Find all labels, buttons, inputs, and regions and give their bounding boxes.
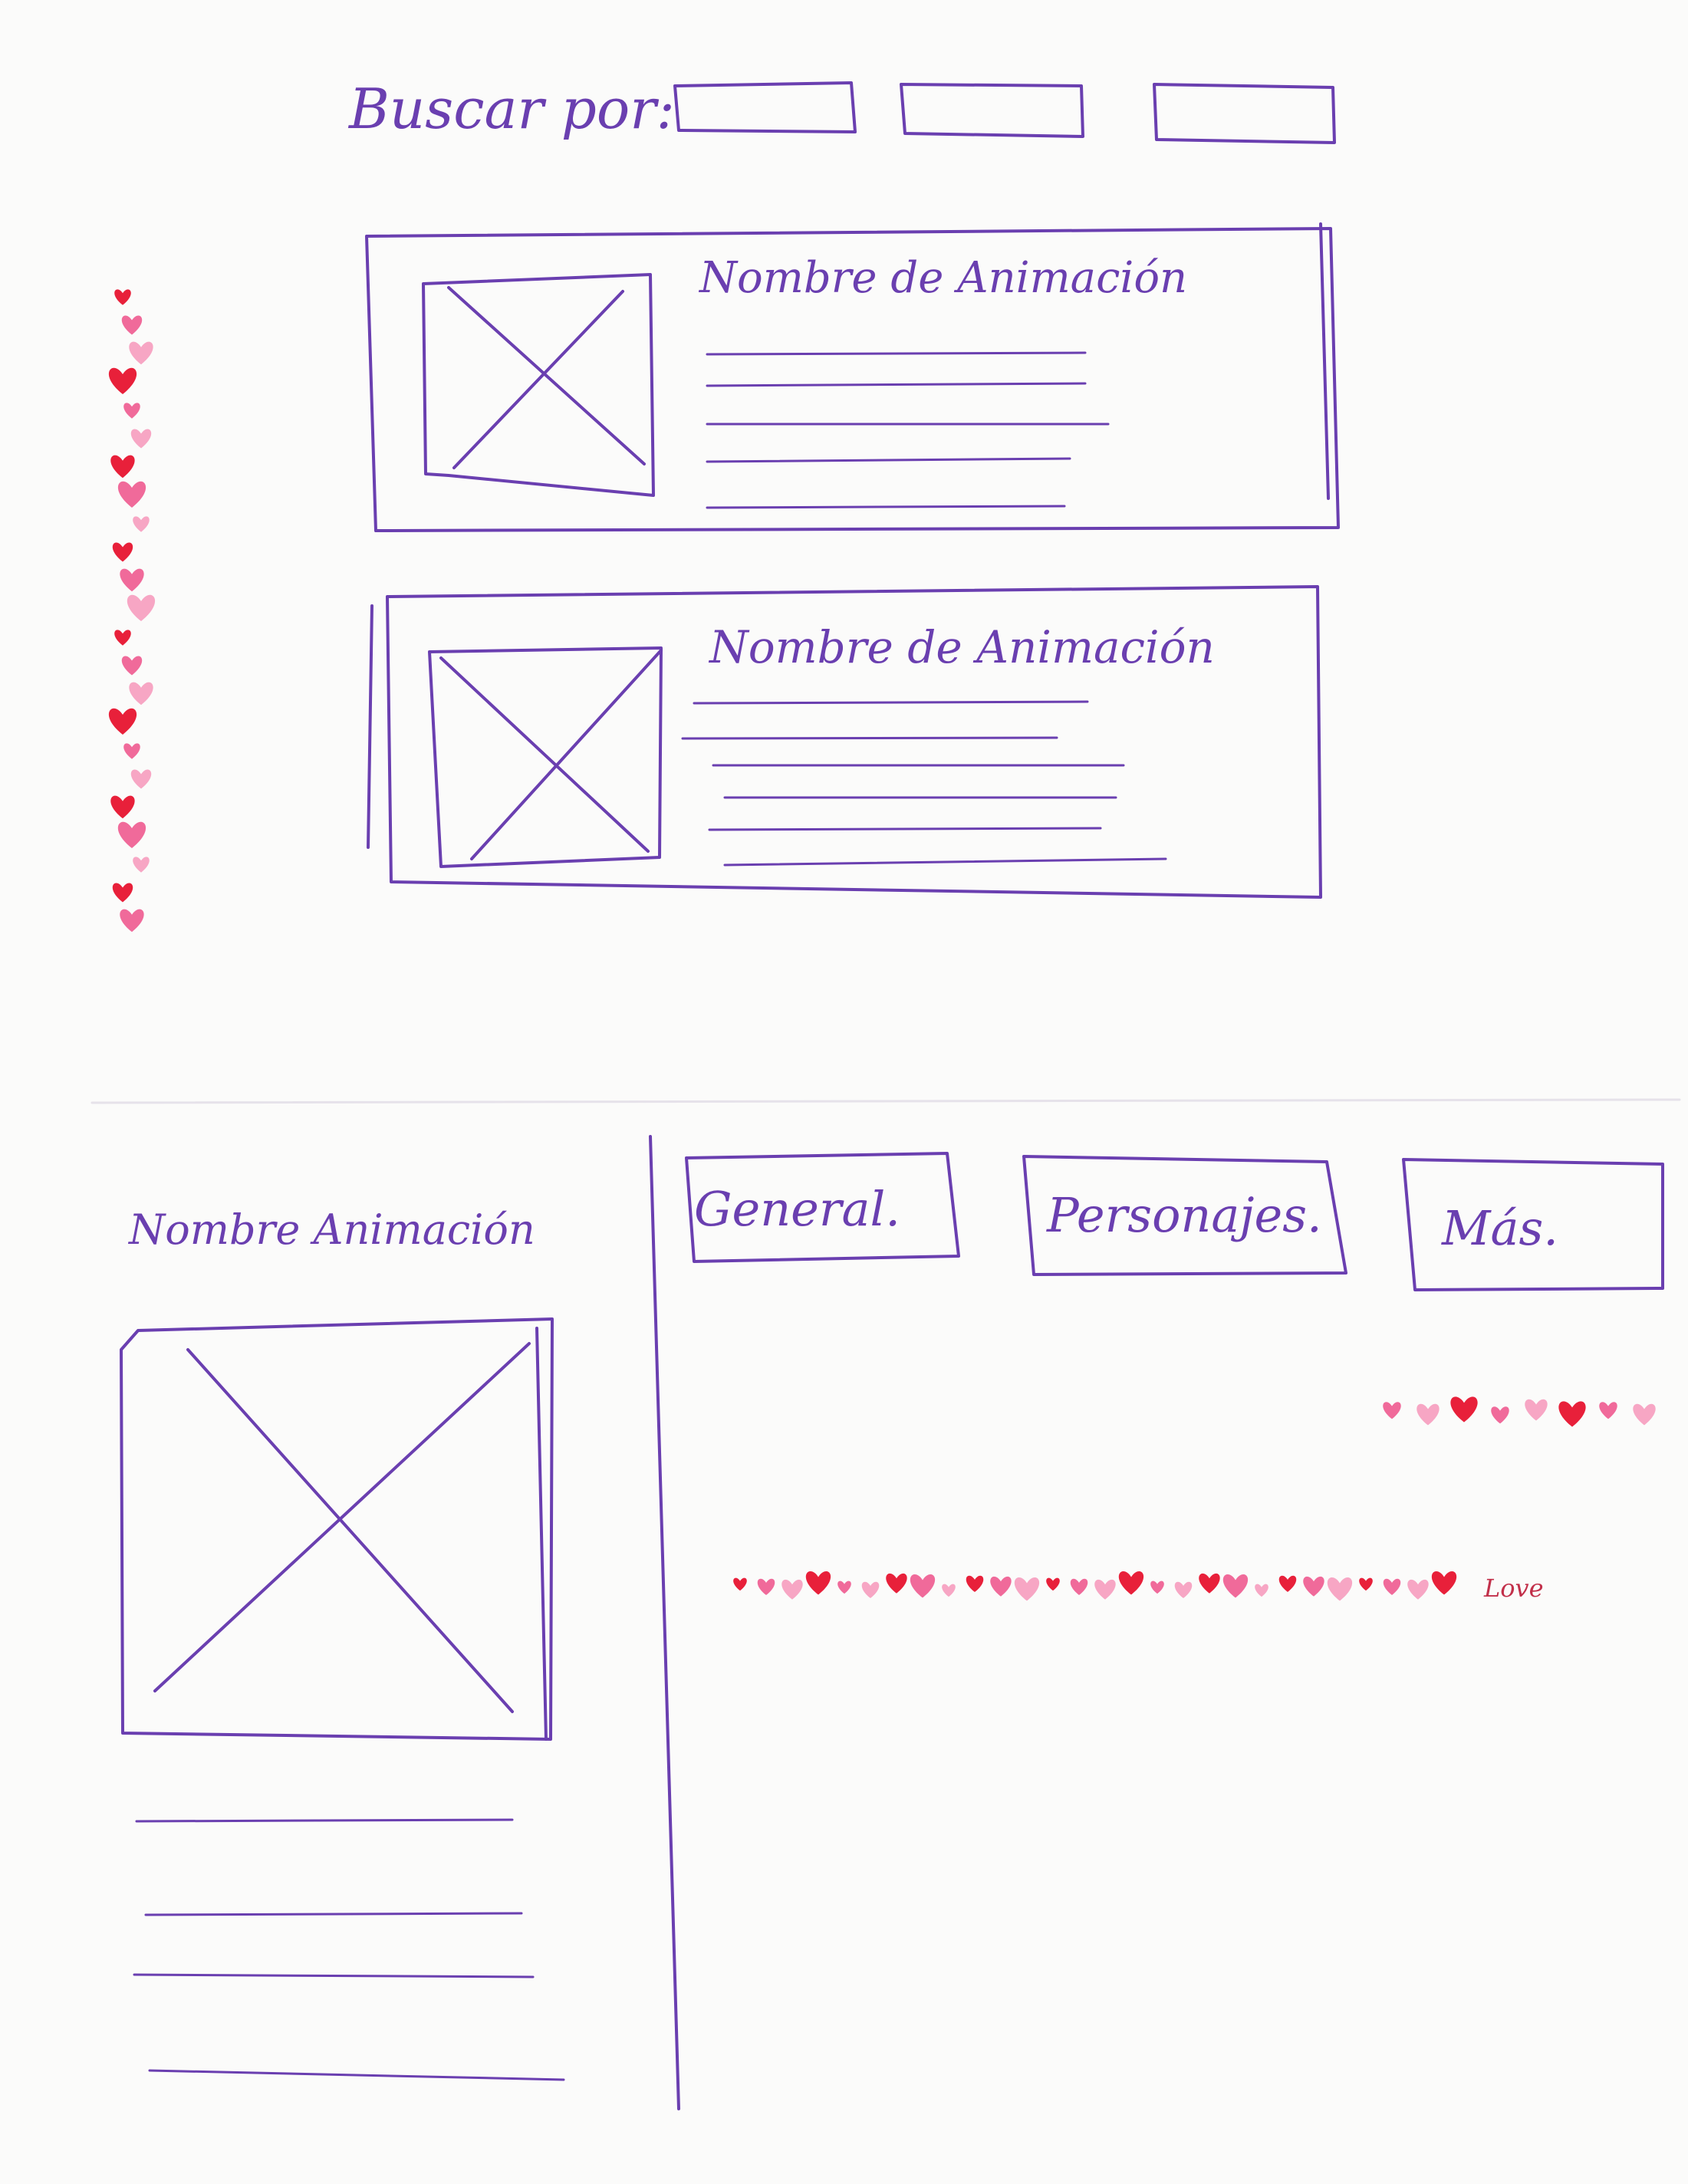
heart-icon: [1417, 1403, 1440, 1426]
heart-icon: [121, 656, 143, 676]
heart-tape-horizontal: [733, 1571, 1457, 1601]
detail-title: Nombre Animación: [129, 1205, 535, 1254]
result-card-2-image-placeholder: [428, 646, 663, 868]
heart-icon: [1222, 1574, 1249, 1598]
heart-icon: [1150, 1580, 1164, 1594]
heart-icon: [1359, 1577, 1373, 1591]
heart-icon: [110, 795, 135, 819]
heart-icon: [1633, 1403, 1656, 1426]
heart-icon: [117, 821, 146, 848]
heart-tape-vertical: [108, 289, 156, 932]
heart-icon: [1525, 1399, 1548, 1421]
heart-icon: [1118, 1571, 1144, 1595]
heart-icon: [129, 341, 153, 365]
heart-icon: [1174, 1581, 1193, 1599]
result-card-2-title: Nombre de Animación: [709, 621, 1215, 673]
result-card-1-image-placeholder: [422, 273, 655, 497]
heart-icon: [133, 857, 150, 873]
heart-icon: [1407, 1579, 1429, 1600]
wireframe-sketch: [90, 81, 1681, 2110]
heart-icon: [127, 594, 156, 621]
tape-love-text: Love: [1484, 1574, 1544, 1603]
heart-icon: [1070, 1578, 1088, 1596]
search-field-1[interactable]: [673, 81, 857, 133]
heart-icon: [837, 1580, 851, 1594]
tab-mas-label: Más.: [1442, 1200, 1558, 1256]
result-card-1-title: Nombre de Animación: [699, 253, 1188, 303]
heart-icon: [1199, 1573, 1220, 1594]
heart-icon: [1327, 1577, 1353, 1601]
sheet-divider: [90, 1098, 1681, 1104]
result-card-2-text-lines: [681, 700, 1167, 867]
detail-vertical-divider: [649, 1135, 680, 2110]
heart-icon: [1014, 1577, 1040, 1601]
detail-image-placeholder: [120, 1317, 554, 1741]
heart-icon: [781, 1579, 803, 1600]
search-label: Buscar por:: [349, 77, 675, 141]
heart-icon: [129, 682, 153, 706]
heart-icon: [966, 1575, 984, 1593]
heart-icon: [114, 630, 131, 646]
heart-icon: [1278, 1575, 1297, 1593]
heart-icon: [110, 455, 135, 479]
heart-icon: [123, 403, 140, 419]
heart-icon: [123, 743, 140, 759]
heart-icon: [910, 1574, 936, 1598]
heart-icon: [117, 481, 146, 508]
heart-icon: [1094, 1579, 1116, 1600]
heart-icon: [108, 708, 137, 735]
heart-icon: [1303, 1576, 1324, 1597]
heart-tape-small: [1383, 1396, 1656, 1427]
heart-icon: [886, 1573, 907, 1594]
heart-icon: [120, 568, 144, 592]
search-field-2[interactable]: [900, 83, 1084, 138]
tab-personajes-label: Personajes.: [1047, 1187, 1322, 1243]
heart-icon: [114, 289, 131, 305]
heart-icon: [861, 1581, 880, 1599]
heart-icon: [1491, 1406, 1509, 1424]
heart-icon: [1558, 1401, 1586, 1427]
heart-icon: [130, 769, 152, 789]
heart-icon: [733, 1577, 747, 1591]
detail-text-lines: [133, 1818, 565, 2081]
heart-icon: [1431, 1571, 1457, 1595]
heart-icon: [1383, 1578, 1401, 1596]
heart-icon: [1046, 1577, 1060, 1591]
heart-icon: [133, 516, 150, 532]
heart-icon: [120, 909, 144, 932]
heart-icon: [1383, 1402, 1401, 1419]
heart-icon: [805, 1571, 831, 1595]
search-field-3[interactable]: [1153, 83, 1336, 144]
heart-icon: [108, 367, 137, 394]
heart-icon: [112, 883, 133, 903]
heart-icon: [757, 1578, 775, 1596]
heart-icon: [112, 542, 133, 562]
heart-icon: [990, 1576, 1012, 1597]
heart-icon: [1450, 1396, 1478, 1423]
heart-icon: [1599, 1402, 1617, 1419]
heart-icon: [1255, 1584, 1268, 1597]
tab-general-label: General.: [694, 1181, 900, 1237]
result-card-1-text-lines: [706, 351, 1110, 509]
heart-icon: [121, 315, 143, 335]
heart-icon: [130, 429, 152, 449]
heart-icon: [942, 1584, 956, 1597]
